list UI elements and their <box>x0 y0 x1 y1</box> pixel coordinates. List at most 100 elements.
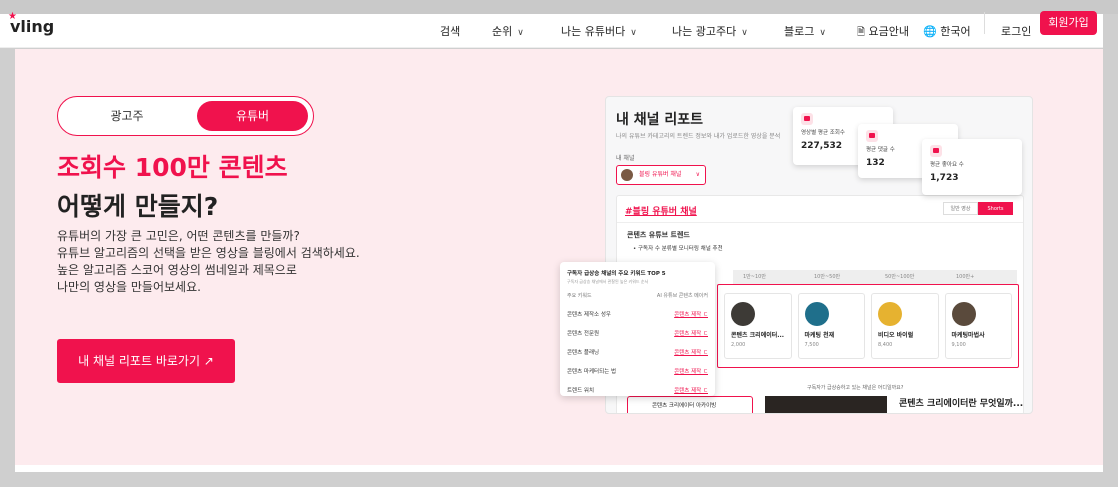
comment-icon <box>866 130 878 142</box>
keyword-popup: 구독자 급상승 채널의 주요 키워드 TOP 5 구독자 급상승 채널에서 관찰… <box>560 262 715 396</box>
report-subtitle: 나의 유튜브 카테고리의 트렌드 정보와 내가 업로드한 영상을 분석 <box>616 133 781 140</box>
keyword-row: 콘텐츠 플래닝 콘텐츠 제작 ㄷ <box>567 348 708 356</box>
like-icon <box>930 145 942 157</box>
channel-card: 비디오 바이럴 8,400 <box>871 293 939 359</box>
nav-item-youtuber[interactable]: 나는 유튜버다 ∨ <box>561 23 637 39</box>
site-header: ★ vling 검색 순위 ∨ 나는 유튜버다 ∨ 나는 광고주다 ∨ 블로그 ∨ 🗎 … <box>0 11 1103 48</box>
channel-thumbnail <box>878 302 902 326</box>
report-title: 내 채널 리포트 <box>616 112 704 128</box>
col-label: 주요 키워드 <box>567 293 592 299</box>
content-make-link: 콘텐츠 제작 ㄷ <box>674 350 708 356</box>
section-bullet: • 구독자 수 분류별 모니터링 채널 추천 <box>633 246 723 252</box>
stat-value: 1,723 <box>930 173 959 183</box>
channel-count: 9,100 <box>951 342 966 348</box>
pricing-icon: 🗎 <box>857 27 866 38</box>
page: ★ vling 검색 순위 ∨ 나는 유튜버다 ∨ 나는 광고주다 ∨ 블로그 ∨ 🗎 … <box>0 0 1118 487</box>
keyword: 콘텐츠 마케터되는 법 <box>567 369 617 375</box>
channel-thumbnail <box>951 302 976 326</box>
login-link[interactable]: 로그인 <box>1001 23 1031 39</box>
language-label: 한국어 <box>940 25 971 38</box>
nav-label: 순위 <box>492 25 513 38</box>
channel-card: 마케팅마법사 9,100 <box>944 293 1012 359</box>
content-make-link: 콘텐츠 제작 ㄷ <box>674 369 708 375</box>
keyword-subtitle: 구독자 급상승 채널에서 관찰된 높은 키워드 순서 <box>567 279 649 284</box>
channel-report-cta-button[interactable]: 내 채널 리포트 바로가기 ↗ <box>57 339 235 383</box>
nav-item-search[interactable]: 검색 <box>440 23 460 39</box>
channel-card: 마케팅 천재 7,500 <box>797 293 865 359</box>
range-label: 1만~10만 <box>743 274 766 280</box>
description-line: 유튜버의 가장 큰 고민은, 어떤 콘텐츠를 만들까? <box>57 229 300 243</box>
divider <box>984 12 985 34</box>
toggle-youtuber[interactable]: 유튜버 <box>197 101 308 131</box>
toggle-advertiser[interactable]: 광고주 <box>62 101 192 131</box>
logo[interactable]: ★ vling <box>8 11 54 36</box>
channel-label: 내 채널 <box>616 155 635 162</box>
description-line: 유튜브 알고리즘의 선택을 받은 영상을 블링에서 검색하세요. <box>57 246 360 260</box>
channel-card: 콘텐츠 크리에이터... 2,000 <box>724 293 792 359</box>
browser-top-strip <box>0 0 1118 14</box>
tab-normal: 일반 영상 <box>943 202 978 215</box>
headline-accent: 조회수 100만 콘텐츠 <box>57 153 288 182</box>
pricing-link[interactable]: 🗎 요금안내 <box>857 23 909 42</box>
nav-label: 검색 <box>440 25 461 38</box>
keyword: 콘텐츠 제작소 성우 <box>567 312 611 318</box>
channel-name: 콘텐츠 크리에이터... <box>731 332 785 339</box>
channel-cards: 콘텐츠 크리에이터... 2,000 마케팅 천재 7,500 비디오 바이럴 8,4… <box>717 284 1019 368</box>
nav-item-ranking[interactable]: 순위 ∨ <box>492 23 524 39</box>
panel-heading: #블링 유튜버 채널 <box>625 207 697 217</box>
chevron-down-icon: ∨ <box>517 28 524 38</box>
chevron-down-icon: ∨ <box>741 28 748 38</box>
keyword-title: 구독자 급상승 채널의 주요 키워드 TOP 5 <box>567 271 666 277</box>
description-line: 나만의 영상을 만들어보세요. <box>57 280 201 294</box>
keyword: 트렌드 워치 <box>567 388 595 394</box>
globe-icon: 🌐 <box>923 25 937 38</box>
avatar <box>621 169 633 181</box>
nav-label: 블로그 <box>784 25 815 38</box>
section-title: 콘텐츠 유튜브 트렌드 <box>627 231 690 239</box>
chevron-down-icon: ∨ <box>630 28 637 38</box>
channel-name: 비디오 바이럴 <box>878 332 914 339</box>
signup-button[interactable]: 회원가입 <box>1040 11 1097 35</box>
hero-description: 유튜버의 가장 큰 고민은, 어떤 콘텐츠를 만들까? 유튜브 알고리즘의 선택… <box>57 228 360 296</box>
nav-item-advertiser[interactable]: 나는 광고주다 ∨ <box>672 23 748 39</box>
range-label: 10만~50만 <box>814 274 841 280</box>
tab-shorts: Shorts <box>978 202 1013 215</box>
chevron-down-icon: ∨ <box>819 28 826 38</box>
keyword-row: 트렌드 워치 콘텐츠 제작 ㄷ <box>567 386 708 394</box>
channel-thumbnail <box>804 302 829 326</box>
login-label: 로그인 <box>1001 25 1032 38</box>
channel-count: 7,500 <box>804 342 819 348</box>
content-make-link: 콘텐츠 제작 ㄷ <box>674 388 708 394</box>
channel-name: 블링 유튜버 채널 <box>639 171 682 178</box>
hero-section: 광고주 유튜버 조회수 100만 콘텐츠 어떻게 만들지? 유튜버의 가장 큰 … <box>15 49 1103 465</box>
range-label: 50만~100만 <box>885 274 915 280</box>
channel-thumbnail <box>731 302 755 326</box>
nav-item-blog[interactable]: 블로그 ∨ <box>784 23 826 39</box>
bottom-strip <box>15 465 1103 472</box>
stat-card-likes: 평균 좋아요 수 1,723 <box>922 139 1022 195</box>
divider <box>617 222 1023 223</box>
channel-count: 2,000 <box>731 342 746 348</box>
youtube-icon <box>801 113 813 125</box>
keyword-header: 주요 키워드 AI 유튜브 콘텐츠 메이커 <box>567 292 708 299</box>
channel-count: 8,400 <box>878 342 893 348</box>
range-label: 100만+ <box>956 274 975 280</box>
stat-label: 평균 좋아요 수 <box>930 162 964 168</box>
archive-tag: 콘텐츠 크리에이터 아카이빙 <box>627 396 753 413</box>
video-thumbnail <box>765 396 887 413</box>
content-make-link: 콘텐츠 제작 ㄷ <box>674 312 708 318</box>
headline: 어떻게 만들지? <box>57 192 219 221</box>
channel-select: 블링 유튜버 채널 ∨ <box>616 165 706 185</box>
subscriber-range-header: 1만~10만 10만~50만 50만~100만 100만+ <box>733 270 1017 284</box>
keyword-row: 콘텐츠 제작소 성우 콘텐츠 제작 ㄷ <box>567 310 708 318</box>
language-selector[interactable]: 🌐 한국어 <box>923 23 971 39</box>
chevron-down-icon: ∨ <box>695 171 700 178</box>
description-line: 높은 알고리즘 스코어 영상의 썸네일과 제목으로 <box>57 263 297 277</box>
channel-name: 마케팅 천재 <box>804 332 835 339</box>
user-type-toggle: 광고주 유튜버 <box>57 96 314 136</box>
logo-star-icon: ★ <box>8 11 17 22</box>
nav-label: 나는 광고주다 <box>672 25 737 38</box>
rising-question: 구독자가 급상승하고 있는 채널은 어디일까요? <box>807 385 904 391</box>
pricing-label: 요금안내 <box>868 25 910 38</box>
keyword: 콘텐츠 전문원 <box>567 331 600 337</box>
